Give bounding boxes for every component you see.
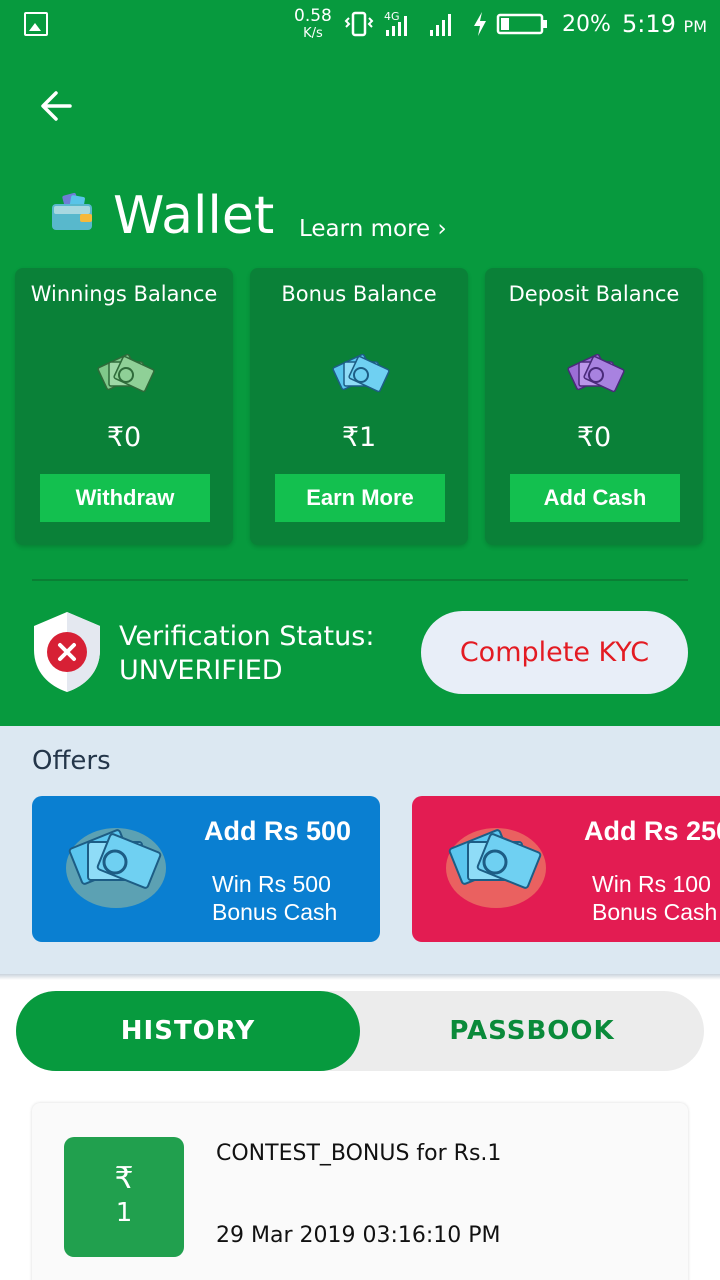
learn-more-link[interactable]: Learn more › [299, 216, 447, 242]
deposit-balance-label: Deposit Balance [508, 282, 680, 306]
tab-passbook[interactable]: PASSBOOK [360, 991, 704, 1071]
wallet-icon [52, 192, 92, 230]
winnings-balance-card: Winnings Balance ₹0 Withdraw [15, 268, 233, 545]
network-speed-unit: K/s [303, 26, 323, 41]
verification-status-label: Verification Status: [119, 621, 375, 652]
bonus-balance-card: Bonus Balance ₹1 Earn More [250, 268, 468, 545]
status-bar: 0.58 K/s 4G 20% 5:19 PM [0, 0, 720, 50]
bonus-balance-label: Bonus Balance [281, 282, 437, 306]
rupee-icon: ₹ [114, 1161, 134, 1196]
offer-title: Add Rs 250 [584, 816, 720, 846]
verification-status-value: UNVERIFIED [119, 655, 283, 686]
battery-icon [496, 13, 547, 35]
purple-cash-icon [567, 353, 625, 393]
signal-4g-icon: 4G [384, 10, 407, 36]
section-shadow [0, 974, 720, 980]
vibrate-icon [344, 11, 374, 37]
deposit-balance-amount: ₹0 [576, 422, 612, 453]
network-speed-value: 0.58 [294, 6, 332, 26]
offer-description-line1: Win Rs 100 [592, 871, 711, 897]
bonus-balance-amount: ₹1 [341, 422, 377, 453]
earn-more-button[interactable]: Earn More [275, 474, 445, 522]
shield-unverified-icon [34, 612, 100, 692]
tab-history[interactable]: HISTORY [16, 991, 360, 1071]
winnings-balance-amount: ₹0 [106, 422, 142, 453]
offer-description-line2: Bonus Cash [212, 899, 338, 925]
offer-card-250[interactable]: Add Rs 250 Win Rs 100 Bonus Cash [412, 796, 720, 942]
back-arrow-icon[interactable] [36, 86, 76, 126]
add-cash-button[interactable]: Add Cash [510, 474, 680, 522]
blue-cash-icon [332, 353, 390, 393]
offer-description: Win Rs 100 Bonus Cash [592, 870, 717, 926]
charging-bolt-icon [474, 12, 486, 36]
history-item[interactable]: ₹ 1 CONTEST_BONUS for Rs.1 29 Mar 2019 0… [32, 1103, 688, 1280]
offer-description-line1: Win Rs 500 [212, 871, 331, 897]
header-divider [32, 579, 688, 581]
bonus-cash-icon [66, 828, 166, 908]
offer-card-500[interactable]: Add Rs 500 Win Rs 500 Bonus Cash [32, 796, 380, 942]
green-cash-icon [97, 353, 155, 393]
offer-title: Add Rs 500 [204, 816, 352, 846]
deposit-balance-card: Deposit Balance ₹0 Add Cash [485, 268, 703, 545]
history-amount-badge: ₹ 1 [64, 1137, 184, 1257]
clock-time: 5:19 [622, 10, 676, 38]
offer-description: Win Rs 500 Bonus Cash [212, 870, 337, 926]
history-title: CONTEST_BONUS for Rs.1 [216, 1141, 502, 1166]
bonus-cash-icon [446, 828, 546, 908]
page-title: Wallet [113, 186, 275, 246]
history-amount: 1 [115, 1198, 133, 1228]
complete-kyc-button[interactable]: Complete KYC [421, 611, 688, 694]
history-date: 29 Mar 2019 03:16:10 PM [216, 1223, 501, 1248]
network-speed: 0.58 K/s [294, 8, 332, 42]
withdraw-button[interactable]: Withdraw [40, 474, 210, 522]
clock-ampm: PM [683, 17, 707, 36]
gallery-notification-icon [24, 12, 48, 36]
signal-strength-icon [430, 14, 451, 36]
battery-percentage: 20% [562, 12, 611, 37]
offers-section: Offers Add Rs 500 Win Rs 500 Bonus Cash … [0, 726, 720, 974]
offers-title: Offers [32, 746, 111, 776]
verification-status: Verification Status: UNVERIFIED [119, 620, 374, 688]
winnings-balance-label: Winnings Balance [30, 282, 218, 306]
clock: 5:19 PM [622, 10, 707, 38]
history-passbook-tabs: HISTORY PASSBOOK [16, 991, 704, 1071]
network-type-label: 4G [384, 10, 400, 23]
offer-description-line2: Bonus Cash [592, 899, 718, 925]
